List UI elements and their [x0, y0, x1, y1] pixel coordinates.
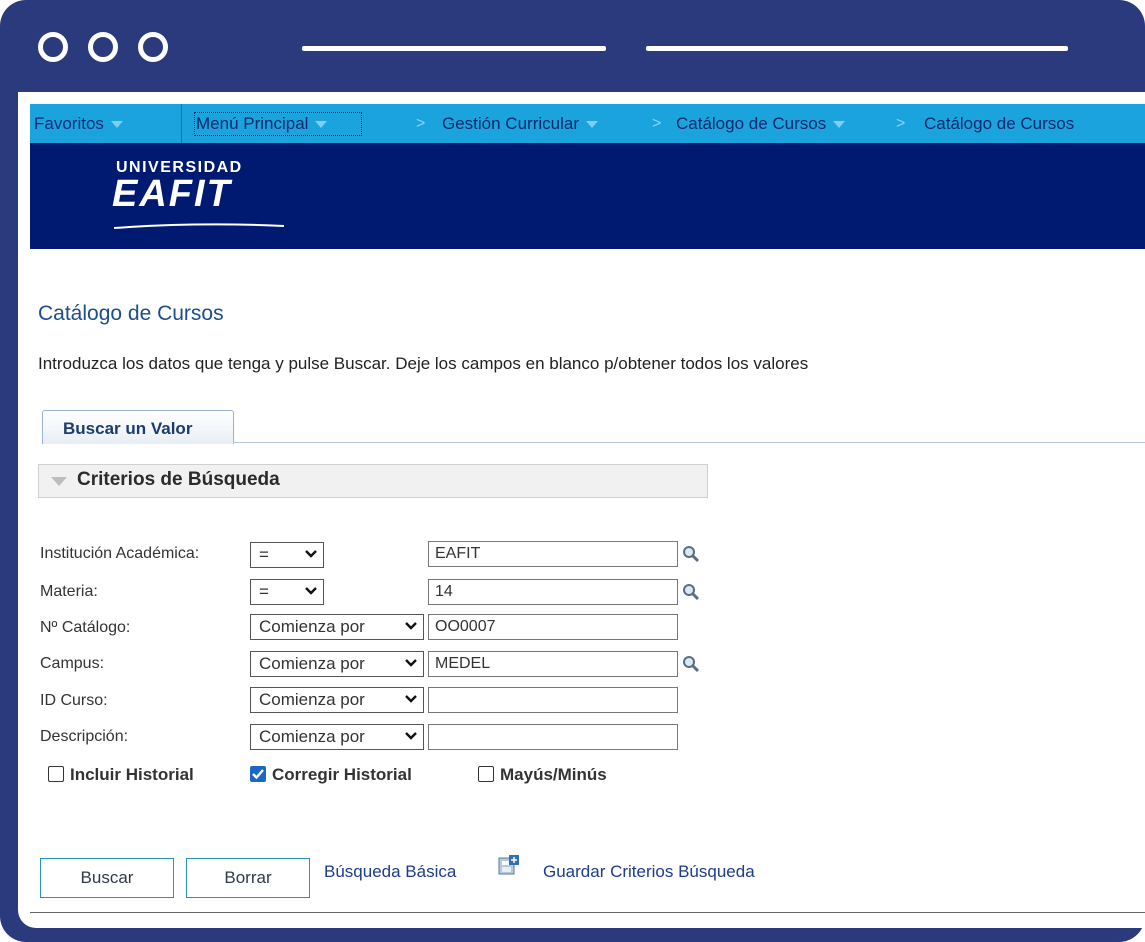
tab-label: Buscar un Valor [63, 419, 193, 438]
course-id-operator-select[interactable]: Comienza por [250, 687, 424, 713]
titlebar-line [646, 46, 1068, 51]
nav-catalogo-cursos-current[interactable]: Catálogo de Cursos [924, 104, 1074, 143]
course-id-label: ID Curso: [40, 692, 108, 709]
case-sensitive-label: Mayús/Minús [500, 765, 607, 784]
nav-menu-principal-label: Menú Principal [196, 114, 309, 133]
nav-gestion-curricular[interactable]: Gestión Curricular [442, 104, 598, 143]
magnifier-icon[interactable] [682, 583, 700, 601]
description-label: Descripción: [40, 728, 129, 745]
window-titlebar [0, 0, 1145, 92]
bottom-divider [30, 912, 1145, 913]
chevron-down-icon [405, 659, 417, 667]
nav-catalogo-cursos[interactable]: Catálogo de Cursos [676, 104, 846, 143]
institution-operator-value: = [259, 545, 269, 564]
window-dot-icon [138, 32, 168, 62]
campus-label: Campus: [40, 655, 105, 672]
window-frame: Favoritos Menú Principal > Gestión Curri… [0, 0, 1145, 942]
search-criteria-header[interactable]: Criterios de Búsqueda [38, 464, 708, 498]
description-operator-select[interactable]: Comienza por [250, 724, 424, 750]
search-button[interactable]: Buscar [40, 858, 174, 898]
app-content: Favoritos Menú Principal > Gestión Curri… [18, 92, 1145, 928]
chevron-down-icon [405, 695, 417, 703]
case-sensitive-checkbox[interactable] [478, 766, 494, 782]
description-input[interactable] [428, 724, 678, 750]
breadcrumb-separator: > [652, 115, 662, 132]
page-title: Catálogo de Cursos [38, 302, 224, 325]
clear-button[interactable]: Borrar [186, 858, 310, 898]
nav-favoritos[interactable]: Favoritos [34, 104, 123, 143]
breadcrumb-separator: > [896, 115, 906, 132]
tab-buscar-valor[interactable]: Buscar un Valor [42, 410, 234, 444]
collapse-caret-icon [51, 477, 67, 486]
materia-label: Materia: [40, 583, 98, 600]
nav-catalogo-label: Catálogo de Cursos [676, 114, 827, 133]
campus-operator-select[interactable]: Comienza por [250, 651, 424, 677]
chevron-down-icon [405, 622, 417, 630]
chevron-down-icon [586, 121, 598, 129]
catalog-number-operator-value: Comienza por [259, 617, 365, 636]
campus-input[interactable]: MEDEL [428, 651, 678, 677]
logo-swoosh [114, 223, 284, 229]
correct-history-label: Corregir Historial [272, 765, 412, 784]
page-instructions: Introduzca los datos que tenga y pulse B… [38, 354, 809, 373]
chevron-down-icon [305, 587, 317, 595]
breadcrumb-separator: > [416, 115, 426, 132]
institution-input[interactable]: EAFIT [428, 541, 678, 567]
materia-input[interactable]: 14 [428, 579, 678, 605]
basic-search-link[interactable]: Búsqueda Básica [324, 862, 456, 882]
window-dot-icon [38, 32, 68, 62]
titlebar-line [302, 46, 606, 51]
checkmark-icon [252, 769, 264, 780]
chevron-down-icon [833, 121, 846, 129]
university-banner: UNIVERSIDAD EAFIT [30, 143, 1145, 249]
save-criteria-link[interactable]: Guardar Criterios Búsqueda [543, 862, 755, 882]
institution-label: Institución Académica: [40, 545, 200, 562]
nav-favoritos-label: Favoritos [34, 114, 104, 133]
catalog-number-label: Nº Catálogo: [40, 619, 131, 636]
materia-operator-select[interactable]: = [250, 579, 324, 605]
correct-history-checkbox[interactable] [250, 766, 266, 782]
nav-gestion-label: Gestión Curricular [442, 114, 579, 133]
chevron-down-icon [405, 732, 417, 740]
top-navbar: Favoritos Menú Principal > Gestión Curri… [30, 104, 1145, 143]
tab-underline [233, 442, 1145, 443]
nav-divider [181, 104, 182, 143]
magnifier-icon[interactable] [682, 655, 700, 673]
window-dot-icon [88, 32, 118, 62]
course-id-input[interactable] [428, 687, 678, 713]
description-operator-value: Comienza por [259, 727, 365, 746]
materia-operator-value: = [259, 582, 269, 601]
campus-operator-value: Comienza por [259, 654, 365, 673]
chevron-down-icon [315, 121, 328, 129]
logo-line2: EAFIT [112, 173, 232, 215]
chevron-down-icon [110, 121, 123, 129]
include-history-label: Incluir Historial [70, 765, 194, 784]
include-history-checkbox[interactable] [48, 766, 64, 782]
magnifier-icon[interactable] [682, 545, 700, 563]
course-id-operator-value: Comienza por [259, 690, 365, 709]
chevron-down-icon [305, 550, 317, 558]
nav-menu-principal[interactable]: Menú Principal [196, 104, 328, 143]
search-criteria-title: Criterios de Búsqueda [77, 469, 280, 490]
catalog-number-input[interactable]: OO0007 [428, 614, 678, 640]
institution-operator-select[interactable]: = [250, 542, 324, 568]
catalog-number-operator-select[interactable]: Comienza por [250, 614, 424, 640]
save-criteria-icon[interactable] [498, 854, 520, 876]
